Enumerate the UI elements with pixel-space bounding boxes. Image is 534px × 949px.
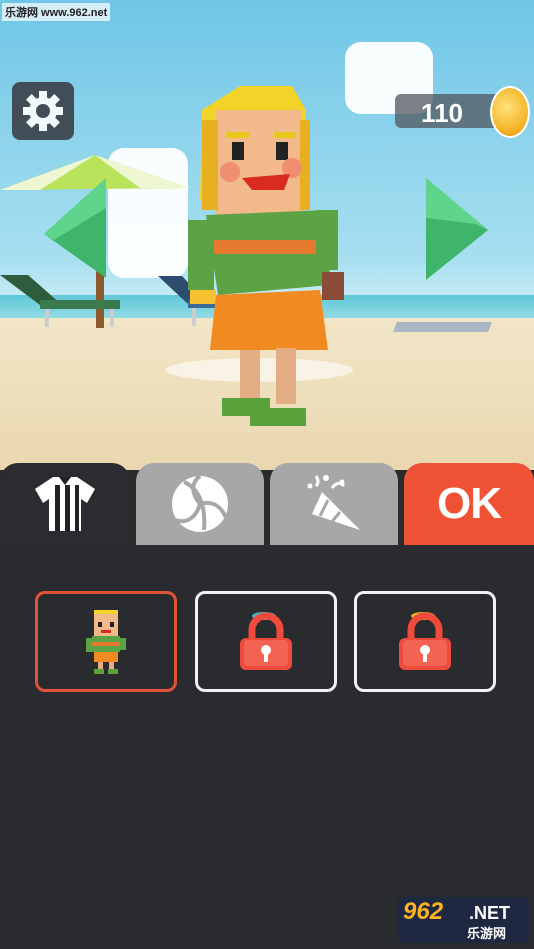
player-character [188, 86, 344, 426]
jersey-icon [35, 477, 95, 531]
padlock-icon [399, 611, 451, 670]
arrow-right-icon[interactable] [426, 178, 490, 280]
coin-counter: 110 [395, 94, 505, 128]
logo-cn: 乐游网 [467, 926, 507, 941]
settings-button[interactable] [12, 82, 74, 140]
character-thumbnail [86, 609, 126, 674]
towel [393, 322, 492, 332]
volleyball-icon [172, 474, 228, 532]
watermark: 乐游网 www.962.net [2, 3, 111, 21]
tab-party[interactable] [270, 463, 398, 545]
skin-slot-selected[interactable] [35, 591, 177, 692]
skin-slot-locked[interactable] [195, 591, 337, 692]
coin-icon [490, 86, 530, 138]
padlock-icon [240, 611, 292, 670]
logo-net: .NET [469, 903, 511, 923]
party-popper-icon [307, 475, 360, 530]
coin-count: 110 [421, 98, 463, 128]
arrow-left-icon[interactable] [44, 178, 108, 278]
category-tabs: OK [0, 463, 534, 545]
skin-slot-locked[interactable] [354, 591, 496, 692]
beach-lounger [0, 275, 120, 327]
game-scene: 乐游网 www.962.net 110 [0, 0, 534, 470]
gear-icon [23, 91, 63, 131]
logo-number: 962 [403, 898, 444, 925]
tab-outfit[interactable] [0, 463, 130, 545]
ok-button[interactable]: OK [404, 463, 534, 545]
site-logo: 962 .NET 乐游网 [397, 897, 529, 943]
tab-ball[interactable] [136, 463, 264, 545]
